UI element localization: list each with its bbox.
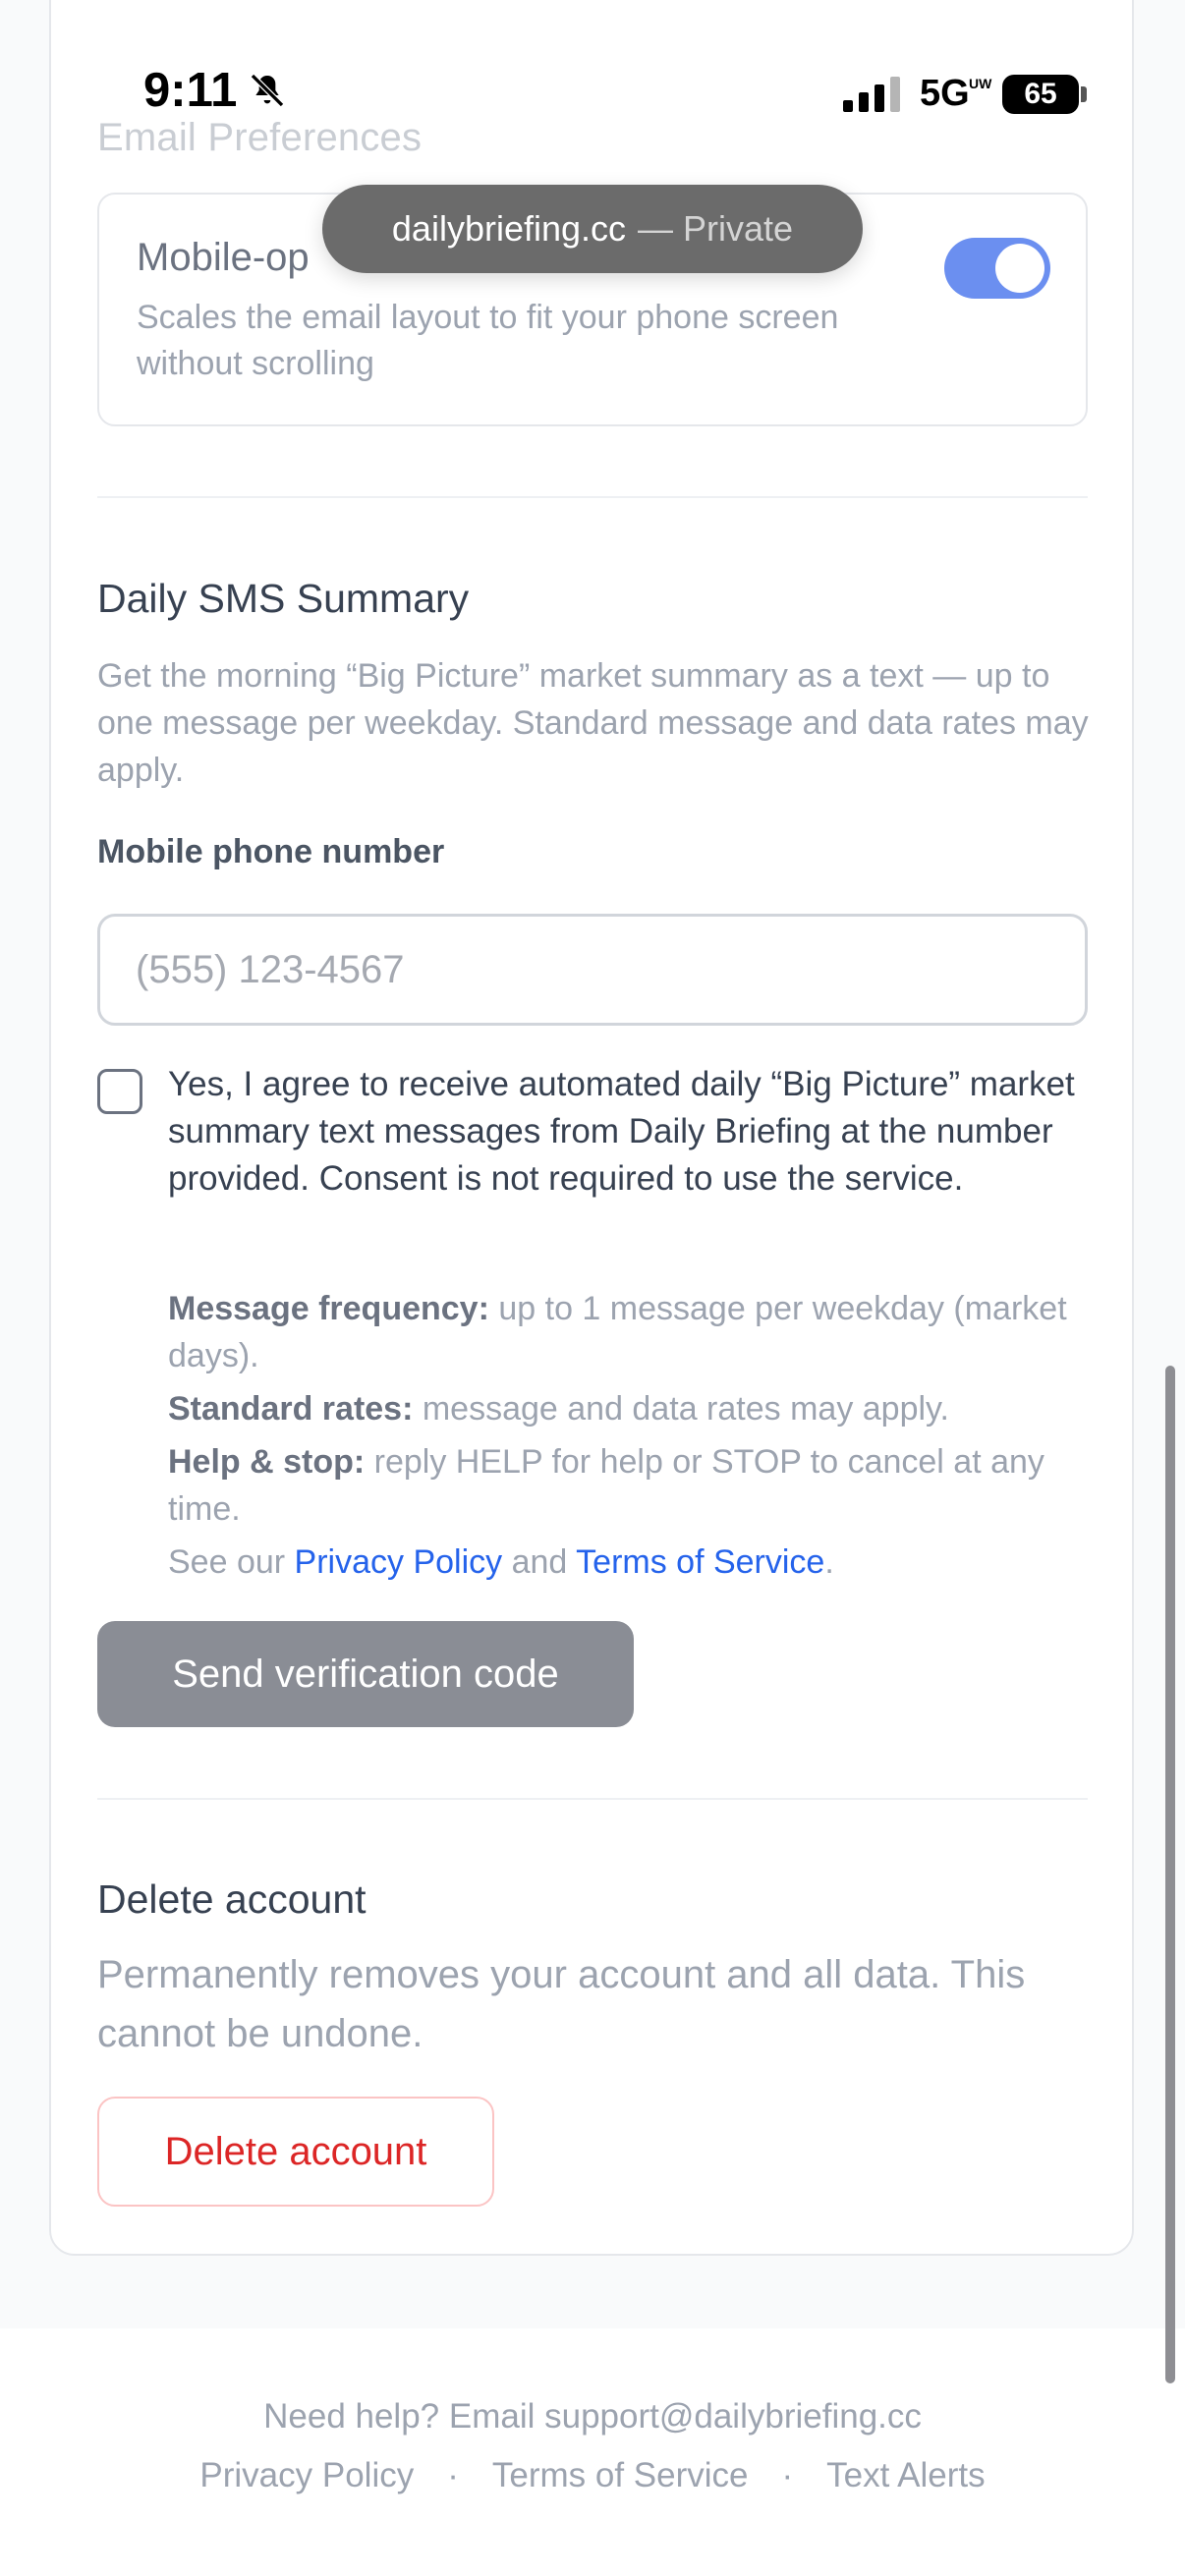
see-our-text: See our [168,1543,295,1581]
footer-help-text: Need help? Email support@dailybriefing.c… [263,2397,922,2436]
network-subtype: UW [969,76,992,91]
battery-level: 65 [1024,78,1057,110]
sms-summary-description: Get the morning “Big Picture” market sum… [97,657,1089,789]
footer-terms-link[interactable]: Terms of Service [492,2456,749,2494]
battery-icon: 65 [1002,75,1079,114]
rates-label: Standard rates: [168,1390,414,1428]
phone-number-label: Mobile phone number [97,833,445,870]
help-stop-label: Help & stop: [168,1443,366,1481]
rates-line: Standard rates: message and data rates m… [168,1385,1082,1432]
browser-url-pill[interactable]: dailybriefing.cc — Private [322,185,863,273]
browser-domain: dailybriefing.cc [391,208,627,249]
footer-privacy-link[interactable]: Privacy Policy [199,2456,414,2494]
policy-line: See our Privacy Policy and Terms of Serv… [168,1539,1082,1586]
network-type: 5G [920,73,970,114]
sms-disclosure-details: Message frequency: up to 1 message per w… [168,1285,1082,1592]
bell-slash-icon [250,73,285,108]
privacy-policy-link[interactable]: Privacy Policy [295,1543,503,1581]
phone-number-input[interactable] [97,914,1088,1026]
help-stop-line: Help & stop: reply HELP for help or STOP… [168,1438,1082,1533]
period-text: . [824,1543,834,1581]
footer-text-alerts-link[interactable]: Text Alerts [826,2456,985,2494]
frequency-line: Message frequency: up to 1 message per w… [168,1285,1082,1379]
footer-separator: · [447,2456,459,2494]
battery-cap [1081,86,1087,102]
sms-summary-heading: Daily SMS Summary [97,576,470,621]
terms-of-service-link[interactable]: Terms of Service [576,1543,824,1581]
frequency-label: Message frequency: [168,1290,489,1327]
mobile-optimized-title: Mobile-op [137,236,310,279]
private-mode-label: — Private [638,208,794,249]
mobile-optimized-description: Scales the email layout to fit your phon… [137,299,839,382]
send-verification-code-button[interactable]: Send verification code [97,1621,634,1727]
rates-text: message and data rates may apply. [413,1390,949,1428]
footer-separator: · [781,2456,794,2494]
sms-consent-text[interactable]: Yes, I agree to receive automated daily … [168,1061,1082,1203]
status-time: 9:11 [143,64,238,117]
delete-account-heading: Delete account [97,1876,367,1922]
page-scrollbar[interactable] [1165,1366,1175,2383]
cellular-signal-icon [843,77,900,112]
sms-consent-checkbox[interactable] [97,1069,142,1114]
email-preferences-heading: Email Preferences [97,116,423,159]
delete-account-description: Permanently removes your account and all… [97,1953,1026,2055]
section-divider [97,496,1088,498]
mobile-optimized-toggle[interactable] [944,238,1050,299]
footer-links: Privacy Policy · Terms of Service · Text Ale… [0,2456,1185,2495]
section-divider [97,1798,1088,1800]
toggle-knob [995,244,1044,293]
delete-account-button[interactable]: Delete account [97,2097,494,2207]
footer-background [0,2328,1185,2576]
and-text: and [502,1543,577,1581]
